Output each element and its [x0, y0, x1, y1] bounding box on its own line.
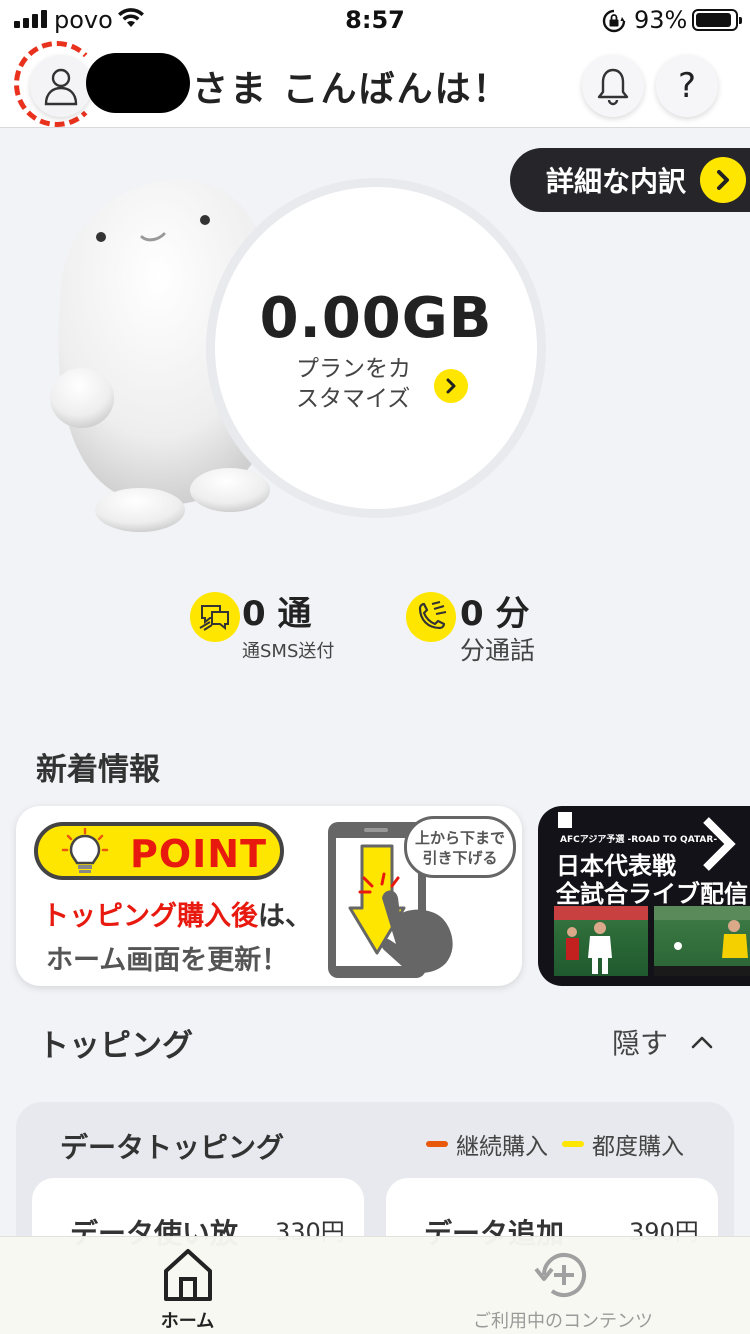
data-remaining: 0.00GB: [259, 286, 493, 351]
account-button[interactable]: [30, 55, 92, 117]
hide-label: 隠す: [612, 1027, 669, 1060]
greeting-text: さま こんばんは！: [192, 69, 511, 110]
legend-one-time: 都度購入: [562, 1127, 684, 1161]
call-minutes: 0 分: [460, 594, 530, 634]
legend-continuous: 継続購入: [426, 1127, 548, 1161]
sms-count: 0 通: [242, 594, 312, 634]
customize-plan-link[interactable]: プランをカスタマイズ: [296, 354, 426, 414]
match-photo-2: [654, 906, 750, 976]
status-bar: povo 8:57 93%: [0, 0, 750, 40]
news-banner-refresh[interactable]: POINT トッピング購入後は、 ホーム画面を更新！ 上から下まで 引き下げる: [16, 806, 522, 986]
detail-breakdown-label: 詳細な内訳: [546, 165, 687, 198]
redacted-username: [86, 53, 190, 113]
bottom-tab-bar: ホーム ご利用中のコンテンツ: [0, 1236, 750, 1334]
news-section-title: 新着情報: [36, 752, 160, 788]
rotation-lock-icon: [602, 9, 626, 37]
home-icon: [163, 1249, 212, 1301]
user-icon: [44, 68, 78, 106]
banner-line-1: トッピング購入後は、: [42, 901, 312, 932]
banner-line-2: ホーム画面を更新！: [46, 945, 289, 976]
tab-contents[interactable]: ご利用中のコンテンツ: [450, 1237, 676, 1334]
call-label: 分通話: [460, 636, 536, 665]
speech-bubble: 上から下まで 引き下げる: [404, 816, 516, 878]
chevron-right-icon: [703, 817, 736, 871]
sms-label: 通SMS送付: [242, 641, 335, 662]
match-photo-1: [554, 906, 648, 976]
add-circle-icon: [534, 1253, 586, 1297]
tab-contents-label: ご利用中のコンテンツ: [473, 1311, 653, 1332]
chevron-right-icon[interactable]: [434, 369, 468, 403]
battery-percent: 93%: [634, 6, 688, 34]
chat-icon: [190, 592, 240, 642]
help-button[interactable]: ?: [656, 55, 718, 117]
chevron-up-icon: [691, 1036, 713, 1049]
tab-home[interactable]: ホーム: [130, 1237, 245, 1334]
data-topping-title: データトッピング: [60, 1131, 285, 1164]
bell-icon: [597, 68, 629, 106]
help-icon: ?: [677, 66, 697, 106]
chevron-right-icon: [700, 157, 747, 203]
afc-logo: [558, 812, 572, 828]
notifications-button[interactable]: [582, 55, 644, 117]
app-header: さま こんばんは！ ?: [0, 40, 750, 128]
tab-home-label: ホーム: [160, 1311, 215, 1332]
topping-section-title: トッピング: [38, 1028, 193, 1064]
news-banner-soccer[interactable]: AFCアジア予選 -ROAD TO QATAR- 日本代表戦 全試合ライブ配信: [538, 806, 750, 986]
banner2-line-2: 全試合ライブ配信: [556, 880, 748, 908]
detail-breakdown-button[interactable]: 詳細な内訳: [510, 148, 750, 212]
lightbulb-icon: [61, 828, 109, 873]
point-label: POINT: [130, 832, 268, 876]
banner2-subtitle: AFCアジア予選 -ROAD TO QATAR-: [560, 835, 718, 845]
battery-icon: [692, 9, 742, 31]
phone-icon: [406, 592, 456, 642]
point-badge: POINT: [34, 822, 284, 880]
hide-toppings-toggle[interactable]: 隠す: [612, 1022, 714, 1062]
